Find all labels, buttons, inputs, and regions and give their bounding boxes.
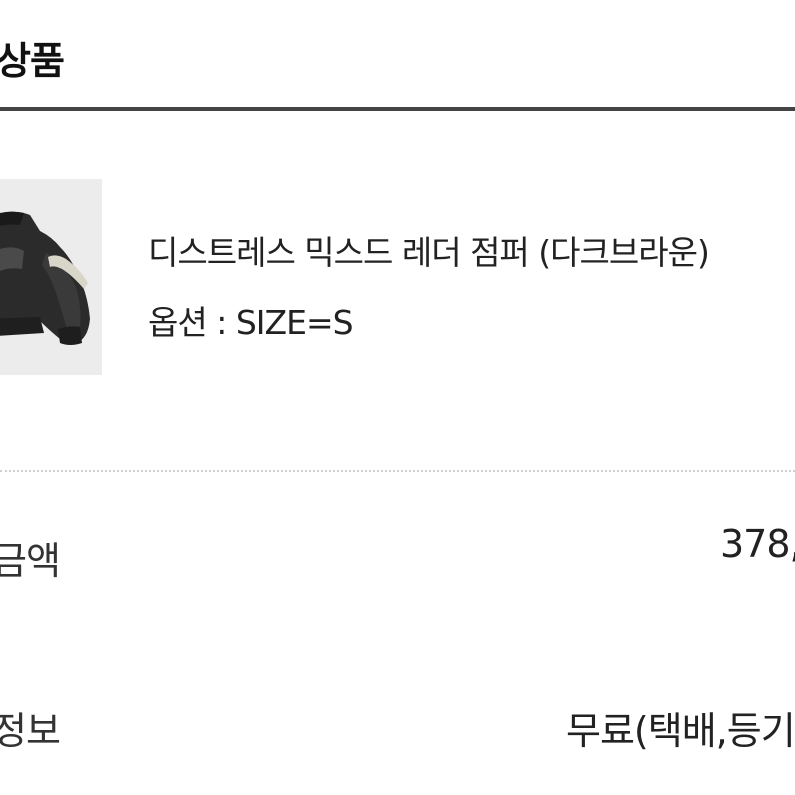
product-option: 옵션 : SIZE=S: [148, 303, 354, 342]
summary-divider: [0, 470, 795, 472]
section-title: 상품: [0, 39, 65, 83]
amount-label: 금액: [0, 539, 61, 583]
product-thumbnail[interactable]: [0, 179, 102, 375]
section-title-rule: [0, 107, 795, 111]
leather-jacket-image: [0, 179, 102, 375]
shipping-label: 정보: [0, 709, 61, 753]
shipping-value: 무료(택배,등기,: [566, 709, 795, 753]
amount-value: 378,0: [720, 522, 795, 566]
product-name[interactable]: 디스트레스 믹스드 레더 점퍼 (다크브라운): [148, 226, 710, 274]
